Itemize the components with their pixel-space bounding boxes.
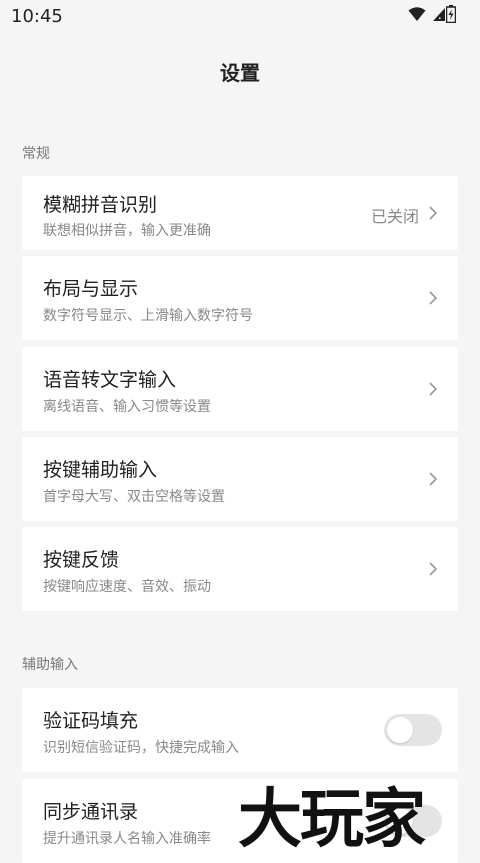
- chevron-right-icon: [429, 562, 438, 576]
- chevron-right-icon: [429, 472, 438, 486]
- item-title: 同步通讯录: [43, 801, 139, 823]
- item-subtitle: 离线语音、输入习惯等设置: [43, 399, 211, 415]
- status-time: 10:45: [11, 6, 63, 27]
- item-title: 语音转文字输入: [43, 369, 177, 391]
- item-subtitle: 数字符号显示、上滑输入数字符号: [43, 308, 253, 324]
- section-label-assist-input: 辅助输入: [22, 657, 78, 673]
- page-title: 设置: [220, 61, 260, 85]
- settings-item-verification-code-fill: 验证码填充 识别短信验证码，快捷完成输入: [22, 688, 458, 772]
- settings-item-key-assist[interactable]: 按键辅助输入 首字母大写、双击空格等设置: [22, 437, 458, 521]
- item-status-value: 已关闭: [370, 207, 419, 226]
- item-title: 验证码填充: [43, 710, 139, 732]
- settings-item-voice-to-text[interactable]: 语音转文字输入 离线语音、输入习惯等设置: [22, 347, 458, 431]
- item-subtitle: 按键响应速度、音效、振动: [43, 579, 211, 595]
- watermark-logo: 大玩家: [238, 782, 426, 857]
- cellular-signal-icon: [433, 8, 445, 21]
- status-bar: 10:45: [0, 0, 480, 34]
- item-subtitle: 提升通讯录人名输入准确率: [43, 831, 211, 847]
- item-subtitle: 首字母大写、双击空格等设置: [43, 489, 225, 505]
- settings-item-key-feedback[interactable]: 按键反馈 按键响应速度、音效、振动: [22, 527, 458, 611]
- section-label-general: 常规: [22, 146, 50, 162]
- item-title: 模糊拼音识别: [43, 194, 158, 216]
- verification-code-fill-toggle[interactable]: [384, 714, 442, 746]
- chevron-right-icon: [429, 291, 438, 305]
- chevron-right-icon: [429, 206, 438, 220]
- wifi-icon: [408, 7, 426, 21]
- status-icons: [408, 6, 446, 22]
- settings-item-layout-display[interactable]: 布局与显示 数字符号显示、上滑输入数字符号: [22, 256, 458, 340]
- chevron-right-icon: [429, 382, 438, 396]
- item-subtitle: 联想相似拼音，输入更准确: [43, 223, 211, 239]
- settings-item-fuzzy-pinyin[interactable]: 模糊拼音识别 联想相似拼音，输入更准确 已关闭: [22, 176, 458, 250]
- item-title: 布局与显示: [43, 278, 139, 300]
- item-title: 按键辅助输入: [43, 459, 158, 481]
- toggle-knob: [387, 717, 413, 743]
- item-title: 按键反馈: [43, 549, 120, 571]
- battery-icon: [446, 5, 456, 23]
- item-subtitle: 识别短信验证码，快捷完成输入: [43, 740, 239, 756]
